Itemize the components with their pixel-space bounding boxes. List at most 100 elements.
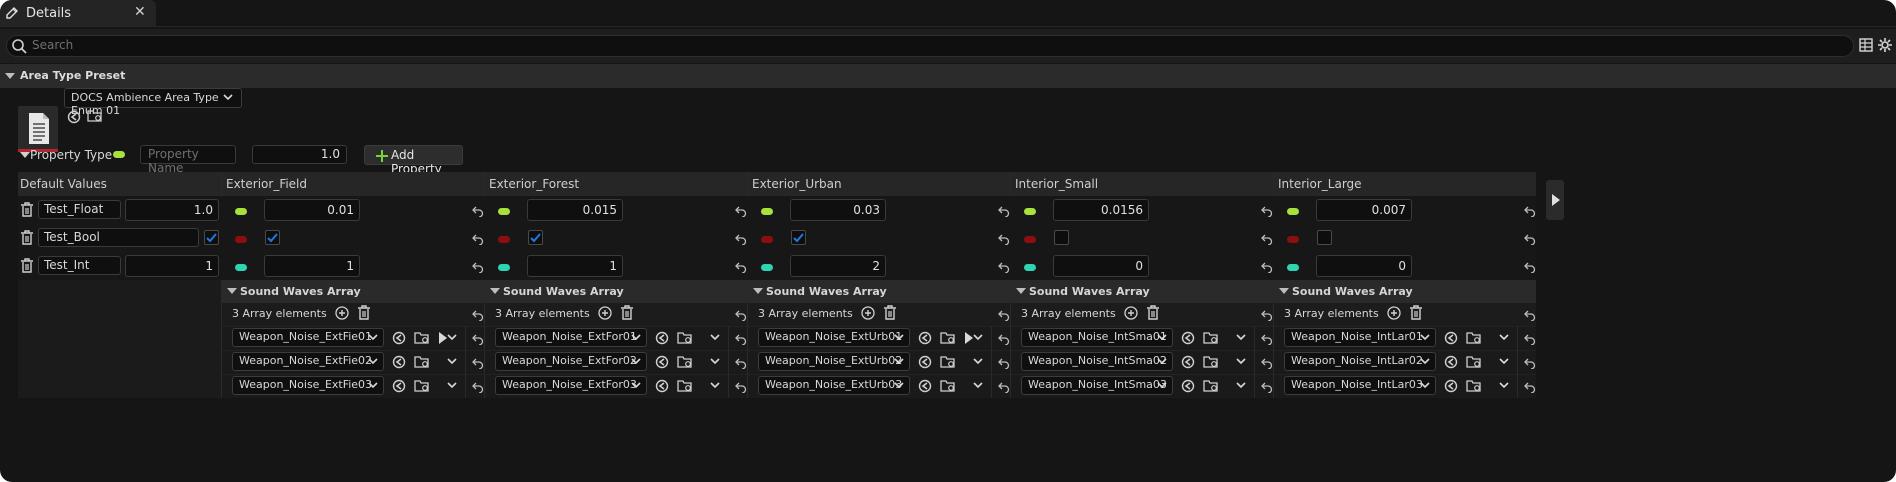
- chevron-down-icon[interactable]: [368, 382, 378, 390]
- browse-to-asset-icon[interactable]: [1444, 379, 1458, 393]
- gear-icon[interactable]: [1877, 37, 1893, 53]
- expand-panel-button[interactable]: [1546, 180, 1564, 220]
- chevron-down-icon[interactable]: [1420, 358, 1430, 366]
- folder-search-icon[interactable]: [414, 331, 430, 345]
- close-icon[interactable]: ✕: [134, 4, 146, 20]
- browse-to-asset-icon[interactable]: [392, 379, 406, 393]
- collapse-arrow-icon[interactable]: [1016, 288, 1026, 294]
- reset-to-default-icon[interactable]: [998, 261, 1010, 273]
- reset-to-default-icon[interactable]: [1524, 309, 1536, 321]
- collapse-arrow-icon[interactable]: [490, 288, 500, 294]
- collapse-arrow-icon[interactable]: [1279, 288, 1289, 294]
- reset-to-default-icon[interactable]: [1261, 381, 1273, 393]
- clear-array-icon[interactable]: [620, 305, 634, 320]
- reset-to-default-icon[interactable]: [1261, 357, 1273, 369]
- reset-to-default-icon[interactable]: [735, 309, 747, 321]
- element-options-chevron-icon[interactable]: [1236, 358, 1246, 366]
- browse-to-asset-icon[interactable]: [1181, 331, 1195, 345]
- folder-search-icon[interactable]: [1203, 331, 1219, 345]
- clear-array-icon[interactable]: [1409, 305, 1423, 320]
- add-element-icon[interactable]: [1387, 306, 1401, 320]
- folder-search-icon[interactable]: [1466, 379, 1482, 393]
- browse-to-asset-icon[interactable]: [1181, 379, 1195, 393]
- asset-picker-combo[interactable]: DOCS Ambience Area Type Enum 01: [64, 88, 242, 117]
- folder-search-icon[interactable]: [87, 109, 103, 123]
- reset-to-default-icon[interactable]: [472, 333, 484, 345]
- reset-to-default-icon[interactable]: [998, 333, 1010, 345]
- element-options-chevron-icon[interactable]: [447, 358, 457, 366]
- reset-to-default-icon[interactable]: [998, 357, 1010, 369]
- folder-search-icon[interactable]: [940, 331, 956, 345]
- folder-search-icon[interactable]: [677, 355, 693, 369]
- browse-to-asset-icon[interactable]: [1444, 355, 1458, 369]
- reset-to-default-icon[interactable]: [1261, 309, 1273, 321]
- reset-to-default-icon[interactable]: [998, 205, 1010, 217]
- chevron-down-icon[interactable]: [631, 382, 641, 390]
- element-options-chevron-icon[interactable]: [973, 382, 983, 390]
- browse-to-asset-icon[interactable]: [918, 355, 932, 369]
- clear-array-icon[interactable]: [883, 305, 897, 320]
- property-default-input[interactable]: 1.0: [252, 145, 347, 164]
- browse-to-asset-icon[interactable]: [392, 355, 406, 369]
- details-tab[interactable]: [0, 0, 156, 26]
- element-options-chevron-icon[interactable]: [1499, 382, 1509, 390]
- chevron-down-icon[interactable]: [894, 334, 904, 342]
- chevron-down-icon[interactable]: [894, 382, 904, 390]
- chevron-down-icon[interactable]: [894, 358, 904, 366]
- value-checkbox[interactable]: [1317, 230, 1332, 245]
- collapse-arrow-icon[interactable]: [5, 73, 15, 79]
- property-type-arrow-icon[interactable]: [20, 152, 30, 158]
- delete-property-icon[interactable]: [20, 258, 34, 273]
- reset-to-default-icon[interactable]: [472, 381, 484, 393]
- reset-to-default-icon[interactable]: [998, 233, 1010, 245]
- reset-to-default-icon[interactable]: [1261, 205, 1273, 217]
- reset-to-default-icon[interactable]: [735, 381, 747, 393]
- chevron-down-icon[interactable]: [368, 334, 378, 342]
- browse-to-asset-icon[interactable]: [1181, 355, 1195, 369]
- element-options-chevron-icon[interactable]: [710, 382, 720, 390]
- asset-thumbnail[interactable]: [18, 106, 58, 152]
- clear-array-icon[interactable]: [1146, 305, 1160, 320]
- chevron-down-icon[interactable]: [1157, 382, 1167, 390]
- browse-to-asset-icon[interactable]: [918, 379, 932, 393]
- folder-search-icon[interactable]: [414, 355, 430, 369]
- browse-to-asset-icon[interactable]: [1444, 331, 1458, 345]
- reset-to-default-icon[interactable]: [735, 233, 747, 245]
- reset-to-default-icon[interactable]: [1524, 381, 1536, 393]
- chevron-down-icon[interactable]: [1420, 382, 1430, 390]
- add-property-button[interactable]: Add Property: [364, 145, 463, 176]
- reset-to-default-icon[interactable]: [735, 205, 747, 217]
- reset-to-default-icon[interactable]: [735, 261, 747, 273]
- property-name-input[interactable]: Property Name: [140, 145, 236, 175]
- reset-to-default-icon[interactable]: [472, 261, 484, 273]
- browse-to-asset-icon[interactable]: [918, 331, 932, 345]
- element-options-chevron-icon[interactable]: [1236, 382, 1246, 390]
- browse-to-asset-icon[interactable]: [67, 110, 81, 124]
- clear-array-icon[interactable]: [357, 305, 371, 320]
- reset-to-default-icon[interactable]: [998, 381, 1010, 393]
- browse-to-asset-icon[interactable]: [655, 355, 669, 369]
- collapse-arrow-icon[interactable]: [753, 288, 763, 294]
- reset-to-default-icon[interactable]: [472, 205, 484, 217]
- element-options-chevron-icon[interactable]: [447, 382, 457, 390]
- reset-to-default-icon[interactable]: [1261, 261, 1273, 273]
- reset-to-default-icon[interactable]: [1261, 333, 1273, 345]
- folder-search-icon[interactable]: [1203, 355, 1219, 369]
- reset-to-default-icon[interactable]: [735, 333, 747, 345]
- add-element-icon[interactable]: [861, 306, 875, 320]
- browse-to-asset-icon[interactable]: [655, 331, 669, 345]
- folder-search-icon[interactable]: [1466, 331, 1482, 345]
- section-header[interactable]: [0, 64, 1896, 88]
- reset-to-default-icon[interactable]: [1261, 233, 1273, 245]
- chevron-down-icon[interactable]: [631, 334, 641, 342]
- folder-search-icon[interactable]: [1466, 355, 1482, 369]
- table-view-icon[interactable]: [1858, 37, 1874, 53]
- element-options-chevron-icon[interactable]: [710, 334, 720, 342]
- chevron-down-icon[interactable]: [631, 358, 641, 366]
- browse-to-asset-icon[interactable]: [392, 331, 406, 345]
- element-options-chevron-icon[interactable]: [1499, 334, 1509, 342]
- folder-search-icon[interactable]: [1203, 379, 1219, 393]
- float-type-pill-icon[interactable]: [113, 151, 125, 158]
- delete-property-icon[interactable]: [20, 230, 34, 245]
- chevron-down-icon[interactable]: [1157, 358, 1167, 366]
